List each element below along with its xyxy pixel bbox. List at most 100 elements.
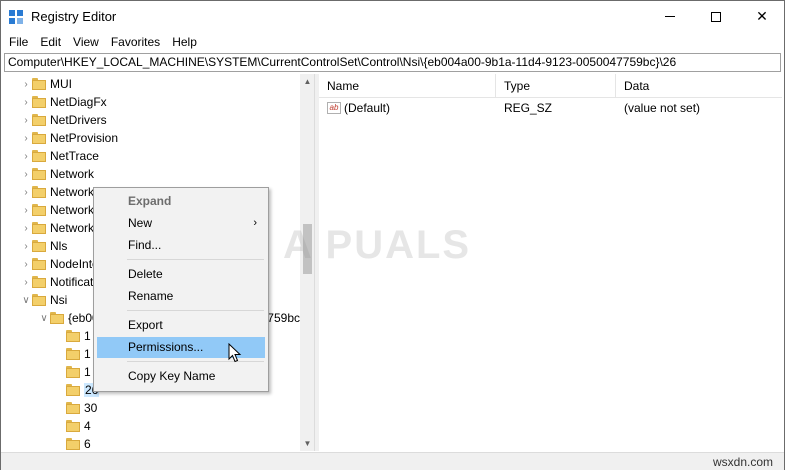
column-header-name[interactable]: Name: [319, 74, 496, 98]
menu-bar: File Edit View Favorites Help: [1, 32, 784, 52]
chevron-right-icon[interactable]: ›: [20, 201, 32, 219]
menu-favorites[interactable]: Favorites: [105, 32, 166, 52]
string-value-icon: ab: [327, 102, 341, 114]
site-watermark: wsxdn.com: [713, 455, 774, 469]
folder-icon: [32, 222, 46, 234]
folder-icon: [66, 330, 80, 342]
tree-item-label: 1: [84, 329, 91, 343]
tree-item[interactable]: 4: [54, 417, 91, 435]
minimize-button[interactable]: [647, 1, 693, 32]
column-header-data[interactable]: Data: [616, 74, 782, 98]
registry-editor-icon: [9, 10, 23, 24]
value-name: (Default): [344, 101, 391, 115]
watermark-logo: A PUALS: [283, 223, 472, 267]
folder-icon: [32, 204, 46, 216]
tree-item[interactable]: › MUI: [20, 75, 72, 93]
ctx-copy-key-name[interactable]: Copy Key Name: [97, 366, 265, 387]
folder-icon: [32, 78, 46, 90]
chevron-right-icon[interactable]: ›: [20, 219, 32, 237]
tree-item-label: NetTrace: [50, 149, 99, 163]
tree-item[interactable]: ∨ Nsi: [20, 291, 67, 309]
tree-item-label: Nls: [50, 239, 68, 253]
registry-editor-window: Registry Editor ✕ File Edit View Favorit…: [0, 0, 785, 470]
ctx-export[interactable]: Export: [97, 315, 265, 336]
tree-item[interactable]: › NetTrace: [20, 147, 99, 165]
folder-icon: [32, 150, 46, 162]
tree-item[interactable]: › Network: [20, 165, 94, 183]
tree-item[interactable]: 1: [54, 345, 91, 363]
context-menu: Expand New › Find... Delete Rename Expor…: [93, 187, 269, 392]
ctx-separator: [127, 361, 264, 362]
ctx-find[interactable]: Find...: [97, 235, 265, 256]
ctx-delete[interactable]: Delete: [97, 264, 265, 285]
tree-item-label: NetDrivers: [50, 113, 107, 127]
chevron-right-icon[interactable]: ›: [20, 273, 32, 291]
submenu-arrow-icon: ›: [253, 217, 257, 229]
tree-item-label: 30: [84, 401, 98, 415]
menu-help[interactable]: Help: [166, 32, 203, 52]
chevron-right-icon[interactable]: [54, 381, 66, 399]
tree-item-label: MUI: [50, 77, 72, 91]
folder-icon: [32, 276, 46, 288]
chevron-right-icon[interactable]: ›: [20, 165, 32, 183]
ctx-new-label: New: [128, 216, 153, 230]
chevron-right-icon[interactable]: [54, 399, 66, 417]
folder-icon: [32, 114, 46, 126]
folder-icon: [32, 186, 46, 198]
chevron-right-icon[interactable]: ›: [20, 111, 32, 129]
tree-item[interactable]: 1: [54, 327, 91, 345]
chevron-right-icon[interactable]: ›: [20, 129, 32, 147]
chevron-down-icon[interactable]: ∨: [20, 291, 32, 309]
tree-item[interactable]: › Nls: [20, 237, 67, 255]
window-title: Registry Editor: [31, 9, 117, 24]
folder-icon: [66, 366, 80, 378]
status-bar: [1, 452, 784, 470]
chevron-right-icon[interactable]: [54, 417, 66, 435]
tree-item[interactable]: 6: [54, 435, 91, 451]
chevron-right-icon[interactable]: ›: [20, 237, 32, 255]
tree-item-label: 6: [84, 437, 91, 451]
folder-icon: [32, 132, 46, 144]
tree-item[interactable]: › NetDrivers: [20, 111, 107, 129]
folder-icon: [66, 402, 80, 414]
ctx-expand[interactable]: Expand: [97, 191, 265, 212]
tree-item[interactable]: 1: [54, 363, 91, 381]
menu-edit[interactable]: Edit: [34, 32, 67, 52]
chevron-right-icon[interactable]: ›: [20, 75, 32, 93]
folder-icon: [66, 438, 80, 450]
ctx-new[interactable]: New ›: [97, 213, 265, 234]
address-bar[interactable]: Computer\HKEY_LOCAL_MACHINE\SYSTEM\Curre…: [4, 53, 781, 72]
minimize-icon: [665, 16, 675, 17]
scroll-up-icon[interactable]: ▲: [300, 74, 314, 89]
folder-icon: [66, 420, 80, 432]
menu-file[interactable]: File: [3, 32, 34, 52]
tree-item[interactable]: › NetProvision: [20, 129, 118, 147]
tree-item-label: NetProvision: [50, 131, 119, 145]
tree-item[interactable]: › NetDiagFx: [20, 93, 106, 111]
maximize-button[interactable]: [693, 1, 739, 32]
chevron-right-icon[interactable]: [54, 327, 66, 345]
chevron-right-icon[interactable]: [54, 363, 66, 381]
scroll-down-icon[interactable]: ▼: [300, 436, 314, 451]
chevron-right-icon[interactable]: ›: [20, 255, 32, 273]
folder-icon: [32, 294, 46, 306]
menu-view[interactable]: View: [67, 32, 105, 52]
chevron-right-icon[interactable]: ›: [20, 93, 32, 111]
tree-item[interactable]: 30: [54, 399, 97, 417]
value-data: (value not set): [624, 101, 701, 115]
title-bar: Registry Editor ✕: [1, 1, 784, 32]
chevron-right-icon[interactable]: ›: [20, 147, 32, 165]
folder-icon: [32, 258, 46, 270]
value-type: REG_SZ: [504, 101, 553, 115]
ctx-rename[interactable]: Rename: [97, 286, 265, 307]
chevron-down-icon[interactable]: ∨: [38, 309, 50, 327]
chevron-right-icon[interactable]: [54, 435, 66, 451]
chevron-right-icon[interactable]: [54, 345, 66, 363]
column-header-type[interactable]: Type: [496, 74, 616, 98]
chevron-right-icon[interactable]: ›: [20, 183, 32, 201]
folder-icon: [66, 348, 80, 360]
value-row[interactable]: ab (Default) REG_SZ (value not set): [319, 99, 782, 117]
close-button[interactable]: ✕: [739, 1, 785, 32]
close-icon: ✕: [756, 8, 768, 24]
list-header: Name Type Data: [319, 74, 782, 98]
